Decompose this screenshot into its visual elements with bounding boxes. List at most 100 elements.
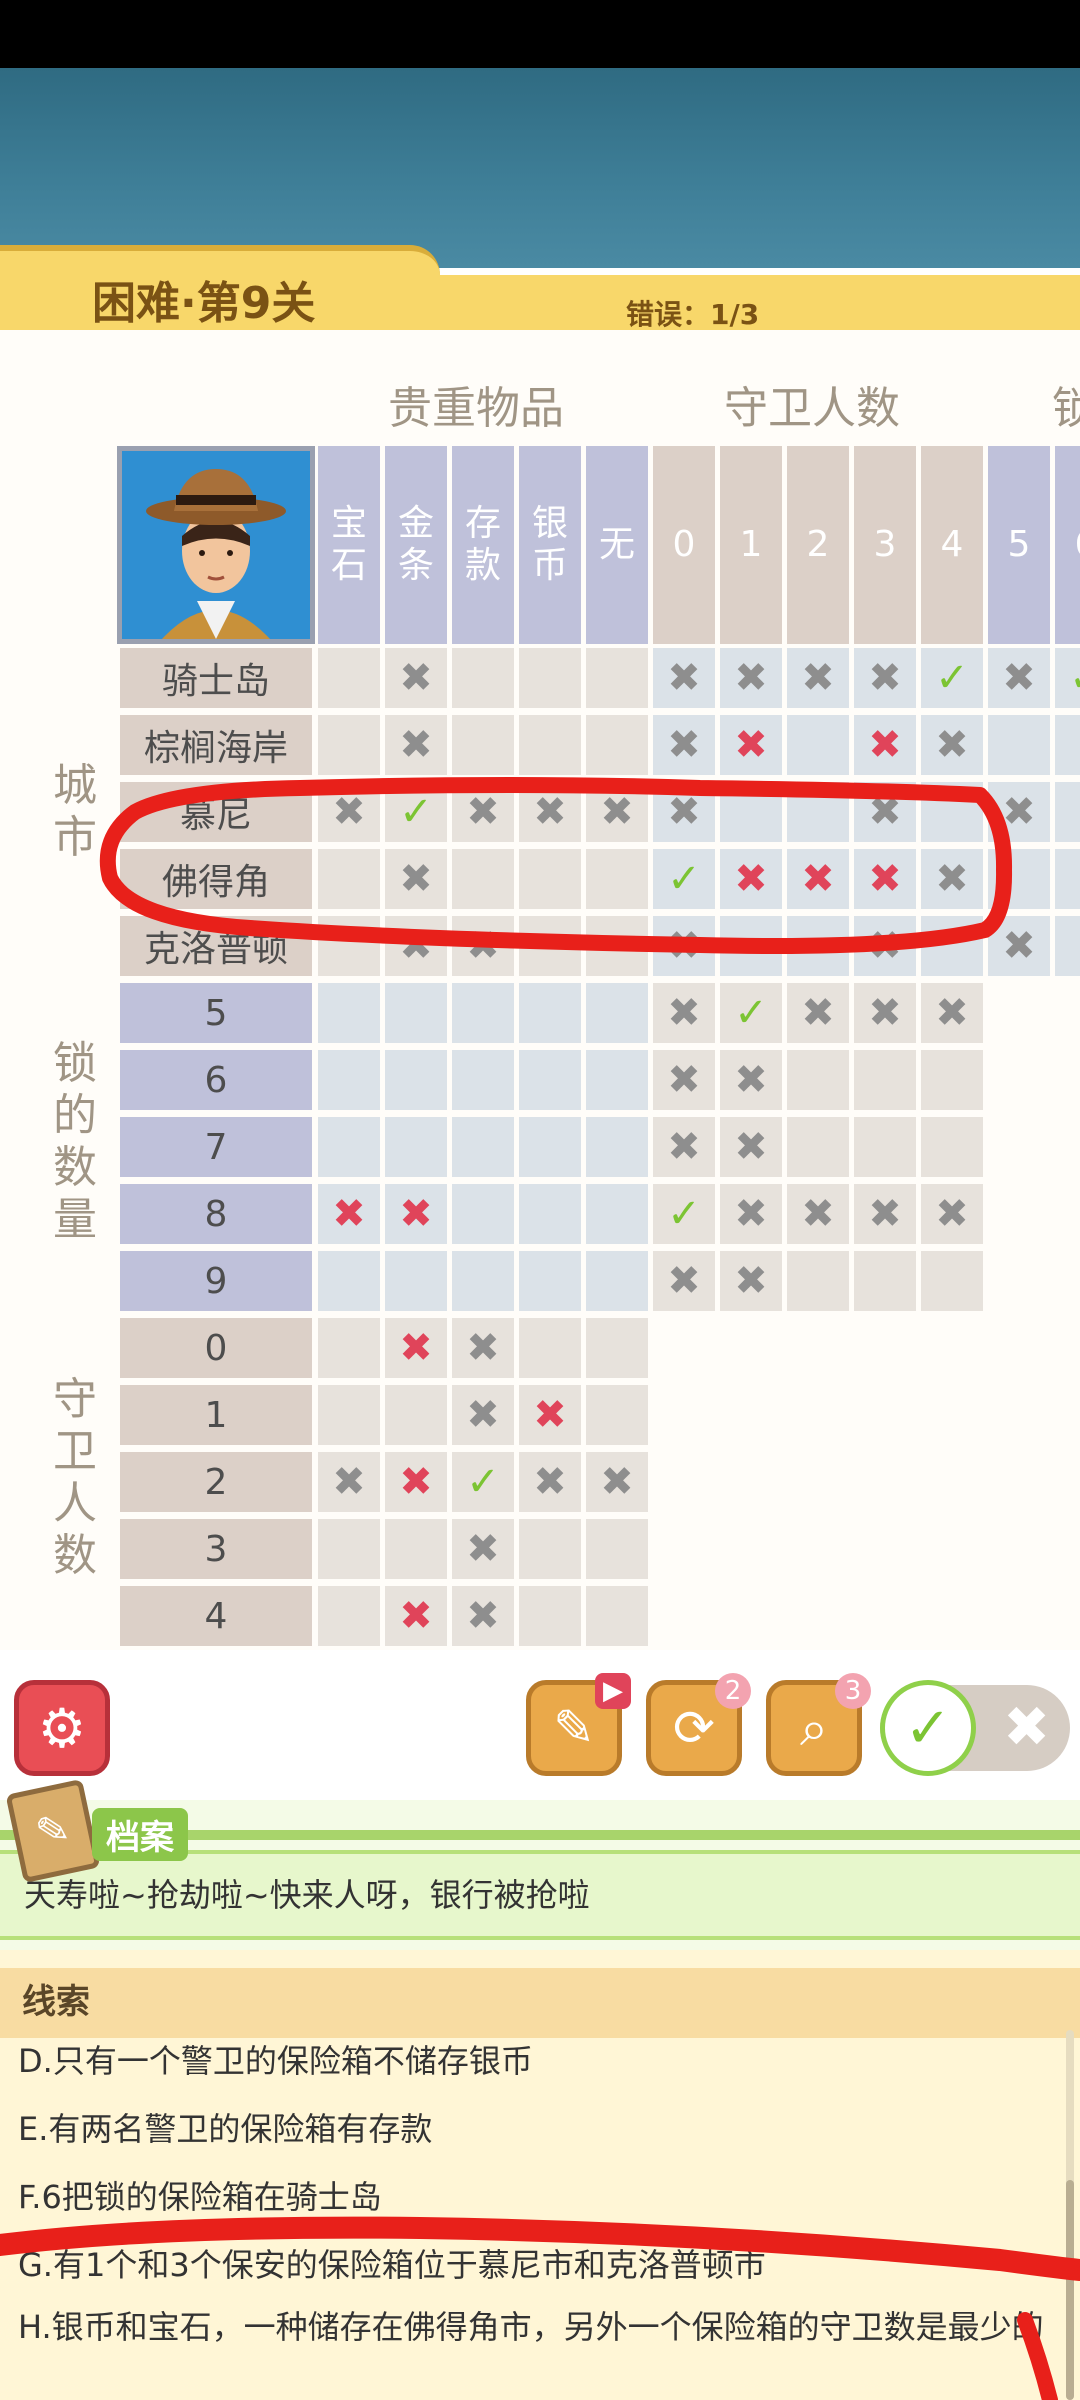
grid-cell[interactable] [452,715,514,775]
grid-cell[interactable]: ✖ [787,983,849,1043]
grid-cell[interactable]: ✓ [1055,648,1080,708]
grid-cell[interactable] [921,782,983,842]
grid-cell[interactable] [787,916,849,976]
grid-cell[interactable] [519,849,581,909]
settings-button[interactable]: ⚙ [14,1680,110,1776]
grid-cell[interactable]: ✖ [385,1184,447,1244]
grid-cell[interactable] [318,1050,380,1110]
grid-cell[interactable]: ✓ [653,849,715,909]
grid-cell[interactable] [787,1251,849,1311]
grid-cell[interactable]: ✖ [921,849,983,909]
grid-cell[interactable]: ✖ [720,715,782,775]
grid-cell[interactable] [854,1050,916,1110]
grid-cell[interactable] [385,1519,447,1579]
grid-cell[interactable] [720,916,782,976]
grid-cell[interactable]: ✖ [586,1452,648,1512]
grid-cell[interactable]: ✖ [653,983,715,1043]
grid-cell[interactable]: ✖ [653,916,715,976]
grid-cell[interactable]: ✖ [653,782,715,842]
grid-cell[interactable]: ✖ [452,1318,514,1378]
grid-cell[interactable] [452,1050,514,1110]
grid-cell[interactable] [586,1586,648,1646]
grid-cell[interactable] [519,715,581,775]
grid-cell[interactable]: ✖ [854,715,916,775]
grid-cell[interactable]: ✖ [385,1586,447,1646]
grid-cell[interactable]: ✖ [653,1117,715,1177]
grid-cell[interactable] [988,715,1050,775]
grid-cell[interactable] [586,1050,648,1110]
grid-cell[interactable]: ✖ [988,782,1050,842]
grid-cell[interactable]: ✖ [787,648,849,708]
grid-cell[interactable]: ✖ [653,1251,715,1311]
grid-cell[interactable]: ✖ [653,715,715,775]
grid-cell[interactable] [318,916,380,976]
grid-cell[interactable] [385,1385,447,1445]
grid-cell[interactable]: ✖ [921,983,983,1043]
grid-cell[interactable]: ✖ [385,1452,447,1512]
refresh-button[interactable]: ⟳ 2 [646,1673,751,1776]
grid-cell[interactable]: ✖ [720,849,782,909]
grid-cell[interactable]: ✖ [854,983,916,1043]
grid-cell[interactable]: ✖ [854,648,916,708]
grid-cell[interactable] [519,916,581,976]
clues-scroll-thumb[interactable] [1066,2180,1074,2400]
grid-cell[interactable] [452,849,514,909]
grid-cell[interactable]: ✖ [854,916,916,976]
grid-cell[interactable]: ✖ [787,849,849,909]
grid-cell[interactable]: ✖ [452,916,514,976]
grid-cell[interactable]: ✓ [921,648,983,708]
grid-cell[interactable] [586,1184,648,1244]
grid-cell[interactable]: ✖ [720,1050,782,1110]
grid-cell[interactable]: ✖ [452,1385,514,1445]
grid-cell[interactable]: ✖ [653,648,715,708]
grid-cell[interactable]: ✖ [318,1452,380,1512]
grid-cell[interactable] [854,1117,916,1177]
grid-cell[interactable] [519,1586,581,1646]
grid-cell[interactable] [787,1050,849,1110]
grid-cell[interactable]: ✖ [720,648,782,708]
grid-cell[interactable] [988,849,1050,909]
grid-cell[interactable] [720,782,782,842]
grid-cell[interactable] [1055,916,1080,976]
grid-cell[interactable] [318,983,380,1043]
grid-cell[interactable]: ✖ [854,849,916,909]
grid-cell[interactable]: ✖ [385,1318,447,1378]
grid-cell[interactable]: ✓ [452,1452,514,1512]
grid-cell[interactable] [452,1184,514,1244]
grid-cell[interactable] [586,983,648,1043]
grid-cell[interactable]: ✖ [787,1184,849,1244]
grid-cell[interactable] [586,1251,648,1311]
mark-mode-toggle[interactable]: ✓ ✖ [880,1680,1070,1776]
grid-cell[interactable] [452,648,514,708]
grid-cell[interactable] [318,1117,380,1177]
grid-cell[interactable]: ✖ [519,1385,581,1445]
grid-cell[interactable]: ✓ [653,1184,715,1244]
grid-cell[interactable] [1055,715,1080,775]
grid-cell[interactable]: ✖ [452,782,514,842]
grid-cell[interactable] [921,1050,983,1110]
grid-cell[interactable] [519,1050,581,1110]
grid-cell[interactable] [854,1251,916,1311]
grid-cell[interactable] [385,983,447,1043]
grid-cell[interactable] [519,1251,581,1311]
grid-cell[interactable] [318,1586,380,1646]
grid-cell[interactable] [586,648,648,708]
grid-cell[interactable] [318,1385,380,1445]
grid-cell[interactable]: ✖ [385,849,447,909]
grid-cell[interactable] [586,1519,648,1579]
grid-cell[interactable] [787,715,849,775]
grid-cell[interactable] [452,1251,514,1311]
grid-cell[interactable] [519,648,581,708]
grid-cell[interactable]: ✖ [519,782,581,842]
grid-cell[interactable]: ✖ [988,916,1050,976]
grid-cell[interactable]: ✓ [385,782,447,842]
notes-button[interactable]: ✎ ▶ [526,1673,631,1776]
grid-cell[interactable] [318,1519,380,1579]
grid-cell[interactable] [586,1385,648,1445]
grid-cell[interactable] [586,916,648,976]
grid-cell[interactable] [586,715,648,775]
grid-cell[interactable]: ✖ [653,1050,715,1110]
grid-cell[interactable] [318,1251,380,1311]
grid-cell[interactable] [385,1251,447,1311]
grid-cell[interactable]: ✖ [452,1586,514,1646]
